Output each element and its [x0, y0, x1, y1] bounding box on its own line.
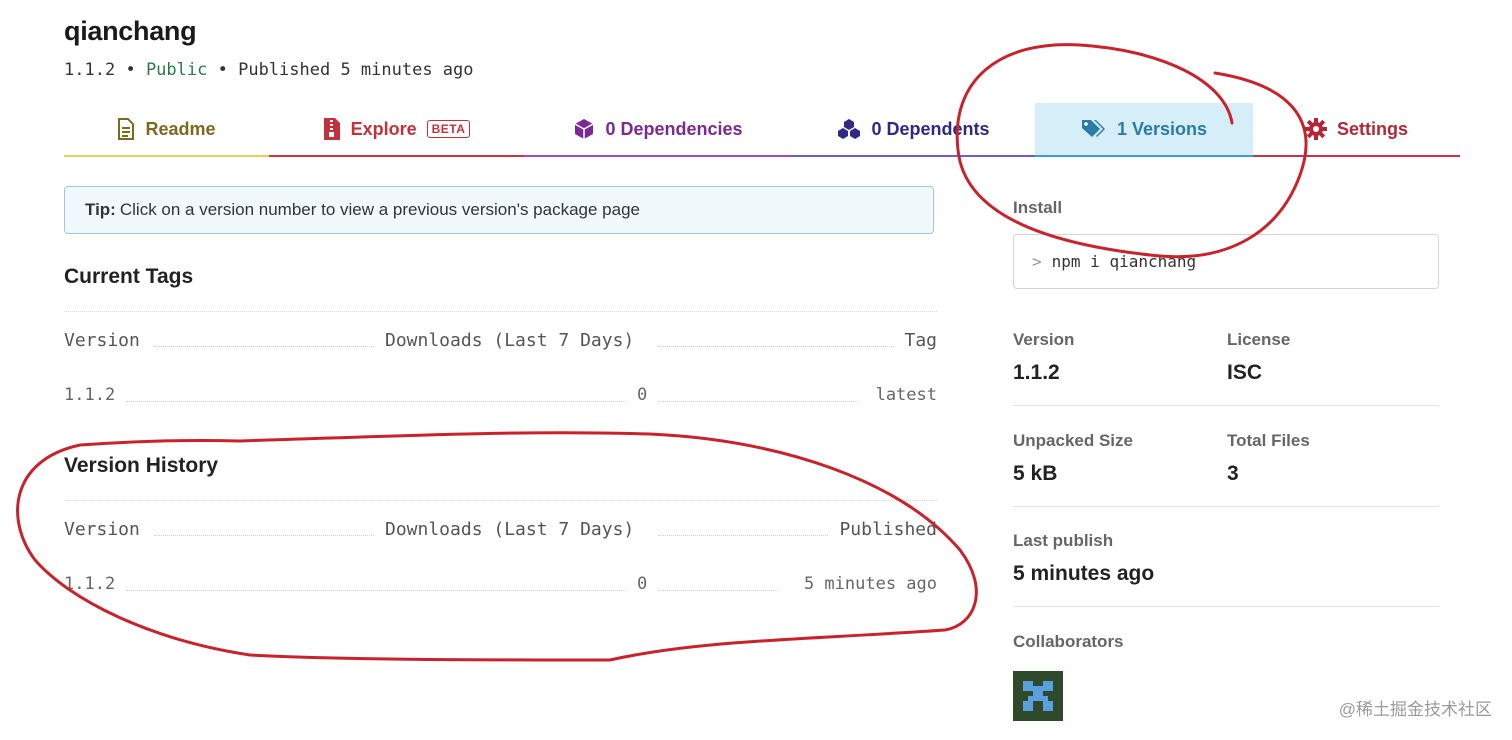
tab-readme[interactable]: Readme	[64, 103, 269, 157]
collaborators-label: Collaborators	[1013, 632, 1124, 651]
tab-underline	[1035, 155, 1253, 157]
dotted-leader	[154, 346, 374, 347]
version-label: Version	[1013, 330, 1075, 349]
license-label: License	[1227, 330, 1291, 349]
install-label: Install	[1013, 198, 1063, 217]
install-command: npm i qianchang	[1051, 252, 1197, 271]
divider	[64, 311, 937, 313]
tab-versions[interactable]: 1 Versions	[1035, 103, 1253, 157]
tip-text: Click on a version number to view a prev…	[119, 200, 640, 219]
package-meta: 1.1.2 • Public • Published 5 minutes ago	[64, 60, 474, 80]
zip-file-icon	[323, 118, 340, 140]
column-header-downloads: Downloads (Last 7 Days)	[385, 519, 635, 540]
published-time: Published 5 minutes ago	[238, 60, 474, 80]
column-header-version: Version	[64, 330, 140, 351]
table-row: 1.1.2 0 latest	[64, 385, 937, 409]
meta-separator: •	[125, 60, 136, 80]
current-tags-heading: Current Tags	[64, 265, 194, 288]
tags-icon	[1081, 120, 1105, 137]
table-row: 1.1.2 0 5 minutes ago	[64, 574, 937, 598]
visibility-badge: Public	[145, 60, 208, 80]
tab-underline	[1253, 155, 1460, 157]
tab-dependencies[interactable]: 0 Dependencies	[524, 103, 792, 157]
divider	[1013, 506, 1439, 507]
prompt-icon: >	[1032, 252, 1042, 271]
tab-label: 0 Dependencies	[605, 118, 743, 139]
dotted-leader	[658, 346, 894, 347]
cubes-icon	[838, 119, 861, 139]
dotted-leader	[154, 535, 374, 536]
install-command-box[interactable]: > npm i qianchang	[1013, 234, 1439, 289]
package-version: 1.1.2	[64, 60, 116, 80]
column-header-version: Version	[64, 519, 140, 540]
document-icon	[118, 118, 135, 140]
watermark: @稀土掘金技术社区	[1338, 700, 1492, 719]
unpacked-size-label: Unpacked Size	[1013, 431, 1133, 450]
current-tags-header-row: Version Downloads (Last 7 Days) Tag	[64, 330, 937, 354]
tab-settings[interactable]: Settings	[1253, 103, 1460, 157]
tab-underline	[269, 155, 524, 157]
version-history-heading: Version History	[64, 454, 219, 477]
version-history-header-row: Version Downloads (Last 7 Days) Publishe…	[64, 519, 937, 543]
divider	[1013, 405, 1439, 406]
tab-label: Settings	[1336, 118, 1408, 139]
dotted-leader	[658, 401, 858, 402]
column-header-tag: Tag	[904, 330, 937, 351]
last-publish-label: Last publish	[1013, 531, 1114, 550]
dotted-leader	[658, 535, 828, 536]
downloads-count: 0	[637, 574, 648, 594]
version-link[interactable]: 1.1.2	[64, 574, 116, 594]
tab-label: Explore	[350, 118, 417, 139]
version-link[interactable]: 1.1.2	[64, 385, 116, 405]
dotted-leader	[658, 590, 778, 591]
tab-underline	[64, 155, 269, 157]
tip-strong: Tip:	[85, 200, 116, 219]
total-files-value: 3	[1227, 462, 1239, 485]
published-time: 5 minutes ago	[803, 574, 937, 594]
tab-label: 1 Versions	[1116, 118, 1208, 139]
column-header-downloads: Downloads (Last 7 Days)	[385, 330, 635, 351]
beta-badge: BETA	[426, 120, 471, 138]
meta-separator: •	[217, 60, 228, 80]
pixel-avatar-icon[interactable]	[1013, 671, 1063, 721]
column-header-published: Published	[839, 519, 937, 540]
total-files-label: Total Files	[1227, 431, 1310, 450]
version-value: 1.1.2	[1013, 361, 1060, 384]
tip-banner: Tip: Click on a version number to view a…	[64, 186, 934, 234]
unpacked-size-value: 5 kB	[1013, 462, 1058, 485]
package-name: qianchang	[64, 16, 197, 46]
package-tabs: Readme Explore BETA 0 Dependencies 0 Dep…	[64, 103, 1460, 157]
dotted-leader	[126, 590, 626, 591]
tag-name: latest	[875, 385, 937, 405]
last-publish-value: 5 minutes ago	[1013, 562, 1155, 585]
tab-explore[interactable]: Explore BETA	[269, 103, 524, 157]
dotted-leader	[126, 401, 626, 402]
tab-underline	[524, 155, 792, 157]
license-value: ISC	[1227, 361, 1263, 384]
downloads-count: 0	[637, 385, 648, 405]
divider	[1013, 606, 1439, 607]
gear-icon	[1304, 118, 1327, 140]
divider	[64, 500, 937, 502]
tab-label: Readme	[145, 118, 216, 139]
cube-icon	[575, 119, 594, 139]
tab-label: 0 Dependents	[871, 118, 990, 139]
tab-dependents[interactable]: 0 Dependents	[792, 103, 1035, 157]
tab-underline	[792, 155, 1035, 157]
